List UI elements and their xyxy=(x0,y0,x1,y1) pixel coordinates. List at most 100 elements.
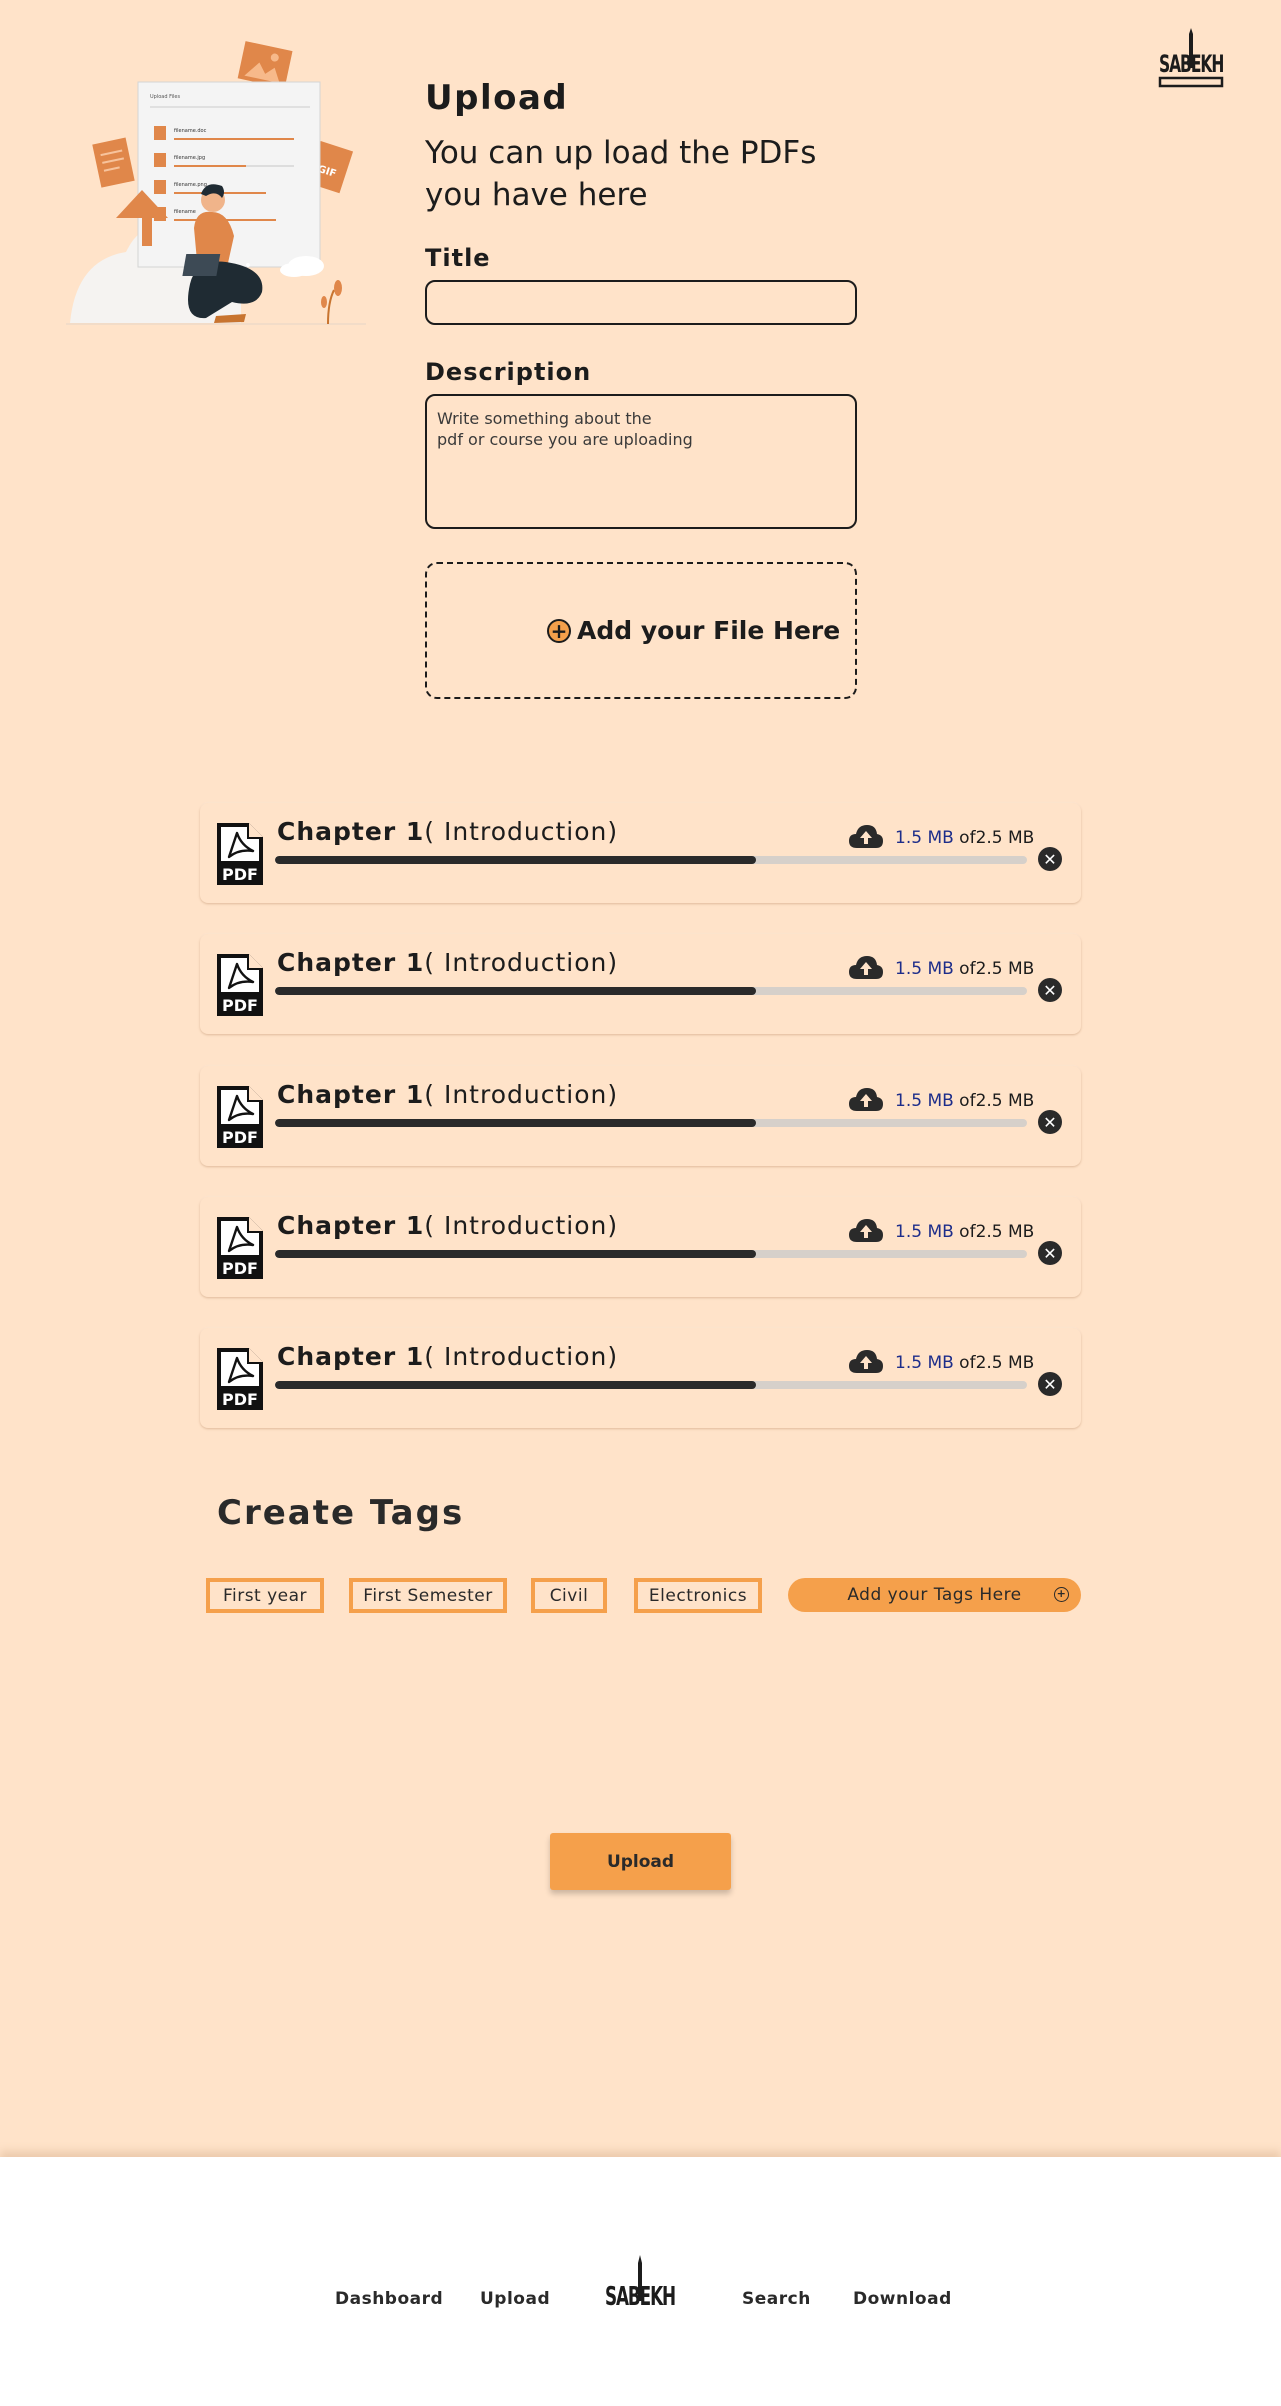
remove-file-button[interactable]: ✕ xyxy=(1038,978,1062,1002)
footer-logo[interactable]: SABEKH xyxy=(604,2255,676,2313)
page-subtitle: You can up load the PDFs you have here xyxy=(425,135,817,213)
upload-progress-bar xyxy=(275,1381,1027,1389)
file-row: PDF Chapter 1( Introduction) 1.5 MB of2.… xyxy=(200,1328,1081,1428)
illus-file-2: filename.png xyxy=(174,182,207,188)
file-name: Chapter 1( Introduction) xyxy=(277,1080,618,1109)
upload-progress-fill xyxy=(275,987,757,995)
size-of: of xyxy=(953,1222,976,1242)
uploaded-size: 1.5 MB xyxy=(895,1222,954,1242)
upload-progress-bar xyxy=(275,1250,1027,1258)
upload-progress-fill xyxy=(275,1381,757,1389)
tags-heading: Create Tags xyxy=(217,1493,465,1533)
upload-progress-fill xyxy=(275,1250,757,1258)
file-dropzone[interactable]: + Add your File Here xyxy=(425,562,857,699)
uploaded-size: 1.5 MB xyxy=(895,1091,954,1111)
file-size: 1.5 MB of2.5 MB xyxy=(895,959,1034,979)
file-name-bold: Chapter 1 xyxy=(277,817,425,846)
title-input[interactable] xyxy=(425,280,857,325)
total-size: 2.5 MB xyxy=(975,959,1035,979)
file-name-rest: ( Introduction) xyxy=(424,1342,619,1371)
file-name-rest: ( Introduction) xyxy=(424,1080,619,1109)
upload-progress-fill xyxy=(275,1119,757,1127)
svg-text:PDF: PDF xyxy=(222,1259,258,1278)
file-name-bold: Chapter 1 xyxy=(277,1080,425,1109)
cloud-upload-icon xyxy=(849,1350,883,1373)
size-of: of xyxy=(953,828,976,848)
svg-text:PDF: PDF xyxy=(222,865,258,884)
tag-chip[interactable]: Electronics xyxy=(634,1578,762,1613)
pdf-icon: PDF xyxy=(217,823,263,885)
size-of: of xyxy=(953,1091,976,1111)
total-size: 2.5 MB xyxy=(975,1222,1035,1242)
file-name-rest: ( Introduction) xyxy=(424,1211,619,1240)
svg-text:PDF: PDF xyxy=(222,996,258,1015)
uploaded-size: 1.5 MB xyxy=(895,828,954,848)
file-name-bold: Chapter 1 xyxy=(277,1342,425,1371)
file-size: 1.5 MB of2.5 MB xyxy=(895,1222,1034,1242)
tag-chip[interactable]: First year xyxy=(206,1578,324,1613)
pdf-icon: PDF xyxy=(217,954,263,1016)
total-size: 2.5 MB xyxy=(975,1091,1035,1111)
file-name: Chapter 1( Introduction) xyxy=(277,1342,618,1371)
file-size: 1.5 MB of2.5 MB xyxy=(895,828,1034,848)
file-row: PDF Chapter 1( Introduction) 1.5 MB of2.… xyxy=(200,803,1081,903)
file-name-bold: Chapter 1 xyxy=(277,948,425,977)
description-textarea[interactable]: Write something about the pdf or course … xyxy=(425,394,857,529)
brand-logo[interactable]: SABEKH xyxy=(1158,28,1224,90)
title-label: Title xyxy=(425,244,491,272)
pdf-icon: PDF xyxy=(217,1086,263,1148)
upload-button[interactable]: Upload xyxy=(550,1833,731,1890)
pdf-icon: PDF xyxy=(217,1348,263,1410)
upload-progress-fill xyxy=(275,856,757,864)
uploaded-size: 1.5 MB xyxy=(895,1353,954,1373)
upload-progress-bar xyxy=(275,987,1027,995)
add-tag-button[interactable]: Add your Tags Here + xyxy=(788,1578,1081,1612)
file-name: Chapter 1( Introduction) xyxy=(277,817,618,846)
nav-upload[interactable]: Upload xyxy=(480,2289,550,2309)
nav-download[interactable]: Download xyxy=(853,2289,952,2309)
cloud-upload-icon xyxy=(849,825,883,848)
file-name-rest: ( Introduction) xyxy=(424,948,619,977)
remove-file-button[interactable]: ✕ xyxy=(1038,1110,1062,1134)
cloud-upload-icon xyxy=(849,956,883,979)
cloud-upload-icon xyxy=(849,1219,883,1242)
upload-illustration: GIF Upload Files filename.doc filename.j… xyxy=(66,41,366,325)
illus-file-3: filename xyxy=(174,209,196,215)
upload-progress-bar xyxy=(275,1119,1027,1127)
remove-file-button[interactable]: ✕ xyxy=(1038,1372,1062,1396)
file-size: 1.5 MB of2.5 MB xyxy=(895,1091,1034,1111)
svg-text:PDF: PDF xyxy=(222,1128,258,1147)
file-name: Chapter 1( Introduction) xyxy=(277,1211,618,1240)
footer-nav: Dashboard Upload SABEKH Search Download xyxy=(0,2157,1281,2406)
illus-file-0: filename.doc xyxy=(174,128,207,134)
size-of: of xyxy=(953,959,976,979)
page-title: Upload xyxy=(425,78,569,118)
file-name-rest: ( Introduction) xyxy=(424,817,619,846)
size-of: of xyxy=(953,1353,976,1373)
add-tag-icon: + xyxy=(1054,1587,1069,1602)
file-size: 1.5 MB of2.5 MB xyxy=(895,1353,1034,1373)
cloud-upload-icon xyxy=(849,1088,883,1111)
description-label: Description xyxy=(425,358,592,386)
tag-chip[interactable]: First Semester xyxy=(349,1578,507,1613)
add-tag-label: Add your Tags Here xyxy=(847,1585,1022,1605)
add-file-icon[interactable]: + xyxy=(547,618,571,643)
remove-file-button[interactable]: ✕ xyxy=(1038,847,1062,871)
file-name: Chapter 1( Introduction) xyxy=(277,948,618,977)
upload-progress-bar xyxy=(275,856,1027,864)
svg-text:PDF: PDF xyxy=(222,1390,258,1409)
illus-panel-title: Upload Files xyxy=(150,94,180,100)
pdf-icon: PDF xyxy=(217,1217,263,1279)
nav-dashboard[interactable]: Dashboard xyxy=(335,2289,443,2309)
nav-search[interactable]: Search xyxy=(742,2289,811,2309)
file-row: PDF Chapter 1( Introduction) 1.5 MB of2.… xyxy=(200,1197,1081,1297)
file-row: PDF Chapter 1( Introduction) 1.5 MB of2.… xyxy=(200,1066,1081,1166)
file-row: PDF Chapter 1( Introduction) 1.5 MB of2.… xyxy=(200,934,1081,1034)
remove-file-button[interactable]: ✕ xyxy=(1038,1241,1062,1265)
total-size: 2.5 MB xyxy=(975,828,1035,848)
tag-chip[interactable]: Civil xyxy=(531,1578,607,1613)
dropzone-label: Add your File Here xyxy=(577,616,841,645)
file-name-bold: Chapter 1 xyxy=(277,1211,425,1240)
uploaded-size: 1.5 MB xyxy=(895,959,954,979)
total-size: 2.5 MB xyxy=(975,1353,1035,1373)
